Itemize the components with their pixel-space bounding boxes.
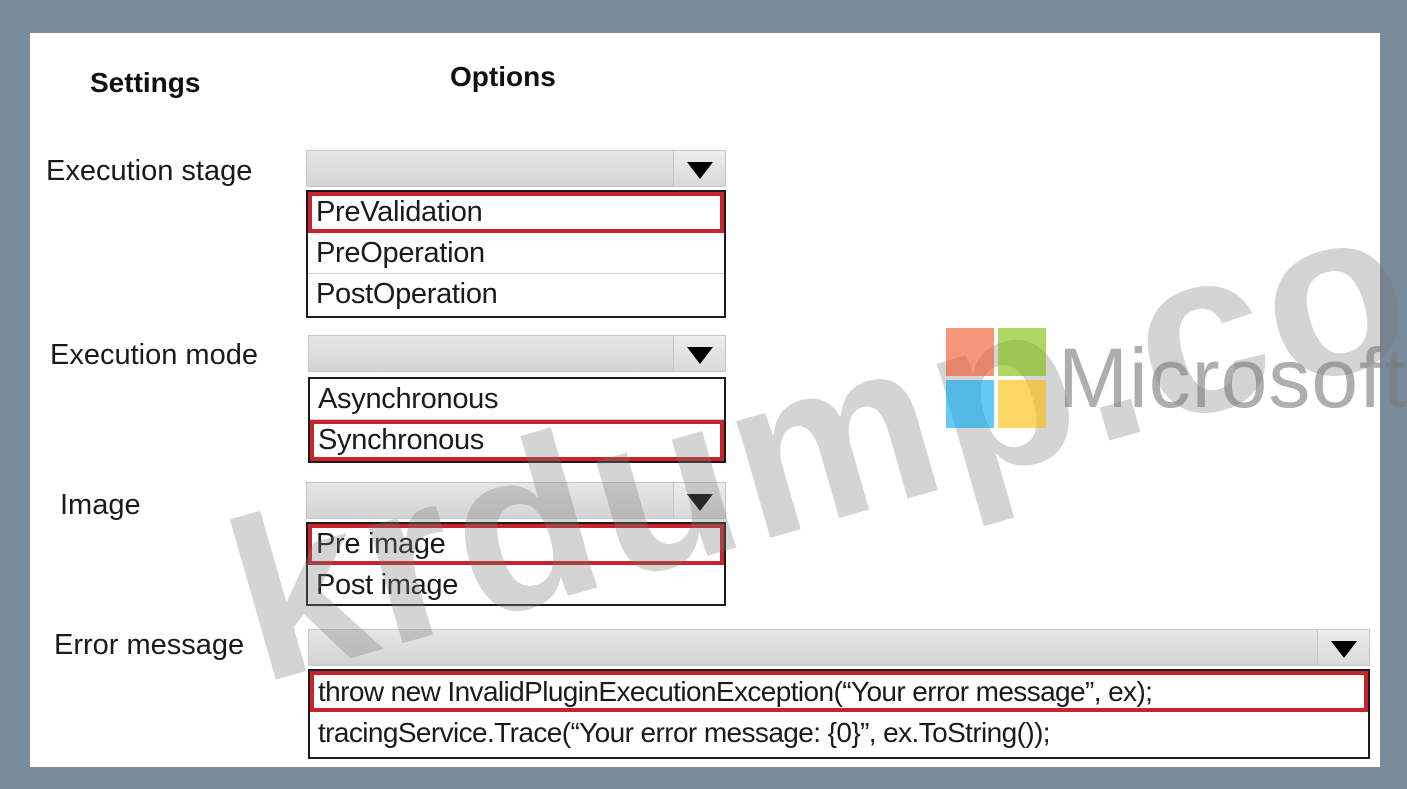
execution-mode-options: Asynchronous Synchronous: [308, 377, 726, 463]
chevron-down-icon[interactable]: [673, 151, 725, 186]
option-throw-exception[interactable]: throw new InvalidPluginExecutionExceptio…: [310, 671, 1368, 712]
execution-stage-dropdown[interactable]: [306, 150, 726, 187]
options-header: Options: [450, 61, 556, 92]
option-tracing-service[interactable]: tracingService.Trace(“Your error message…: [310, 712, 1368, 753]
chevron-down-icon[interactable]: [673, 483, 725, 518]
answer-panel: Settings Options Execution stage PreVali…: [30, 33, 1380, 767]
image-options: Pre image Post image: [306, 522, 726, 606]
image-label: Image: [60, 489, 141, 521]
chevron-down-icon[interactable]: [673, 336, 725, 371]
option-prevalidation[interactable]: PreValidation: [308, 192, 724, 233]
option-post-image[interactable]: Post image: [308, 565, 724, 606]
error-message-dropdown[interactable]: [308, 629, 1370, 666]
option-preoperation[interactable]: PreOperation: [308, 233, 724, 274]
chevron-down-icon[interactable]: [1317, 630, 1369, 665]
execution-mode-label: Execution mode: [50, 339, 258, 371]
execution-mode-dropdown[interactable]: [308, 335, 726, 372]
option-synchronous[interactable]: Synchronous: [310, 420, 724, 461]
error-message-label: Error message: [54, 629, 245, 661]
error-message-options: throw new InvalidPluginExecutionExceptio…: [308, 669, 1370, 759]
option-postoperation[interactable]: PostOperation: [308, 274, 724, 315]
image-dropdown[interactable]: [306, 482, 726, 519]
option-asynchronous[interactable]: Asynchronous: [310, 379, 724, 420]
execution-stage-label: Execution stage: [46, 155, 253, 187]
settings-header: Settings: [90, 67, 201, 98]
execution-stage-options: PreValidation PreOperation PostOperation: [306, 190, 726, 318]
option-pre-image[interactable]: Pre image: [308, 524, 724, 565]
